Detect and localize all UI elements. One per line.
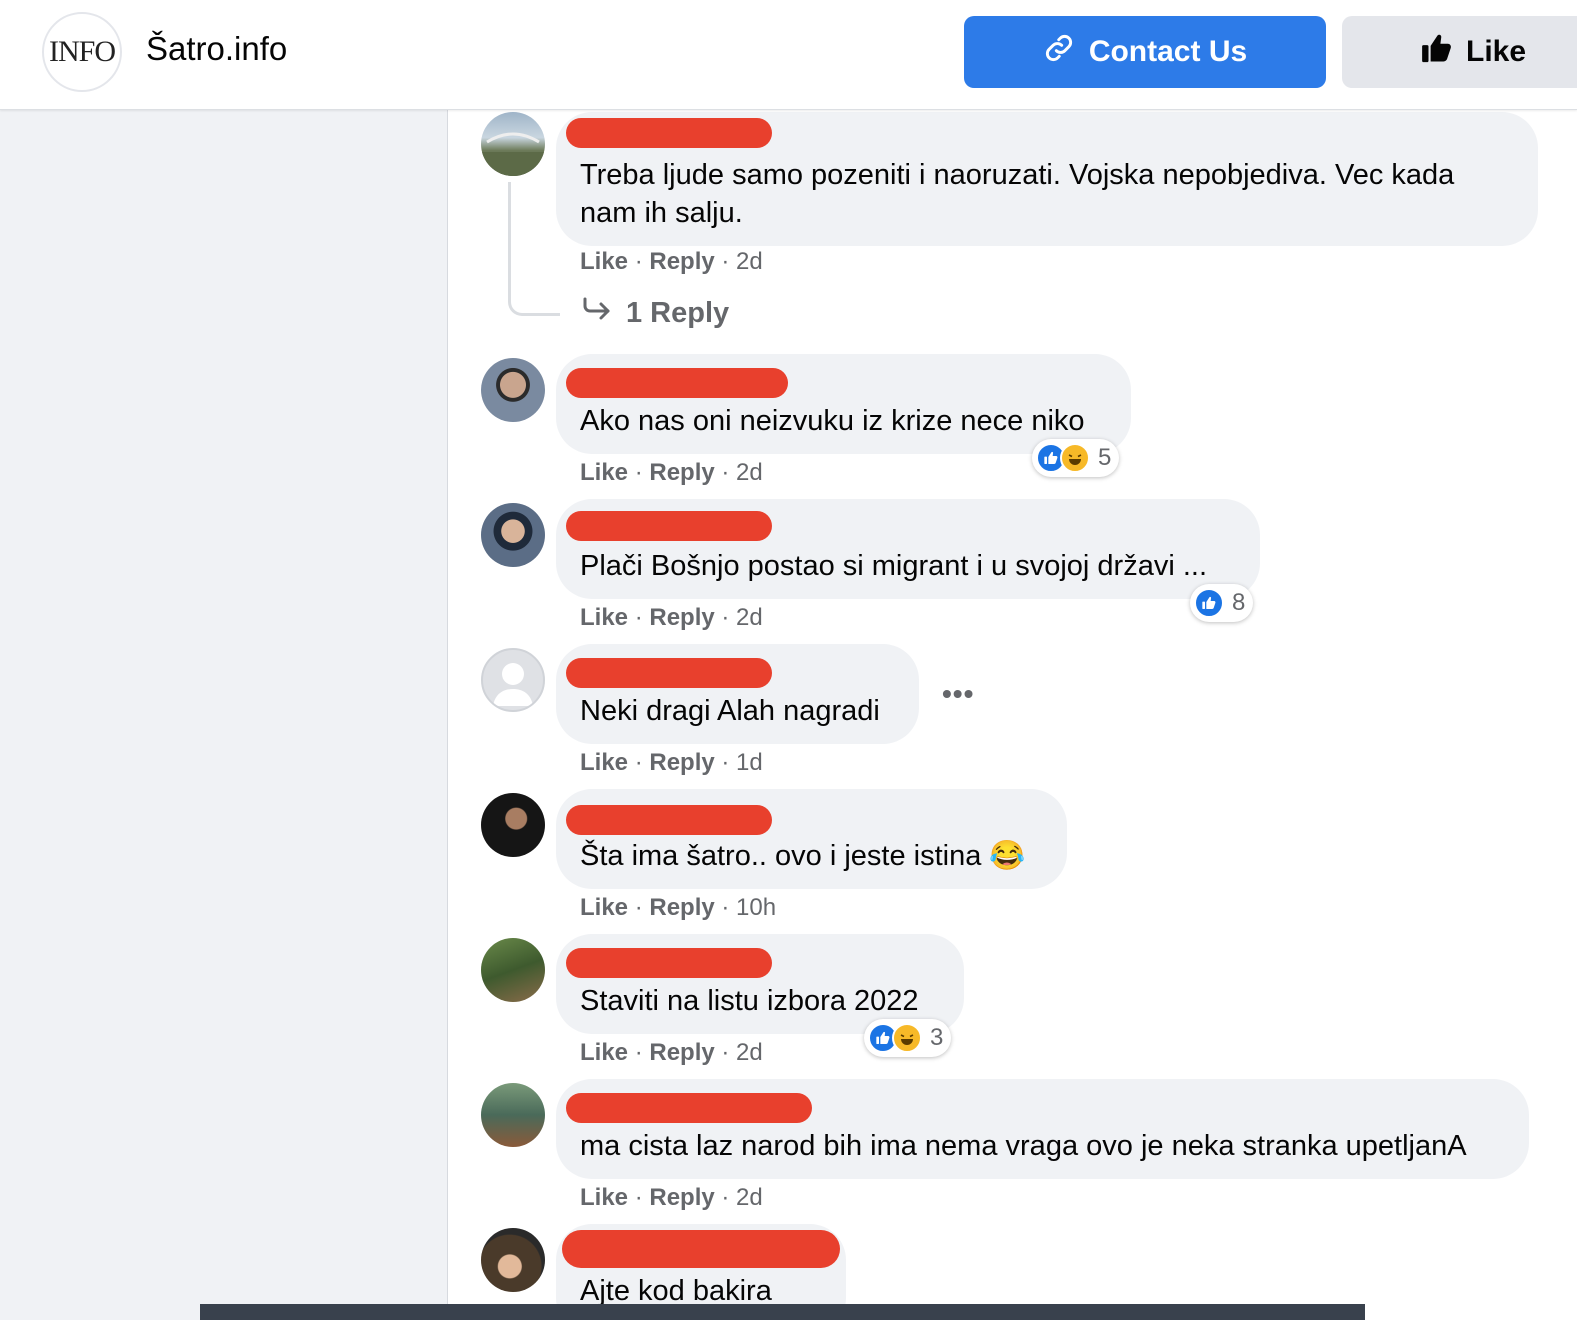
avatar[interactable] <box>481 358 545 422</box>
avatar[interactable] <box>481 938 545 1002</box>
reply-link[interactable]: Reply <box>649 1184 714 1211</box>
reaction-summary[interactable]: 5 <box>1032 439 1120 477</box>
comment-time[interactable]: 2d <box>736 248 763 275</box>
comment-actions: Like · Reply · 2d <box>580 459 763 486</box>
reply-link[interactable]: Reply <box>649 248 714 275</box>
like-link[interactable]: Like <box>580 604 628 631</box>
reply-link[interactable]: Reply <box>649 459 714 486</box>
comment-bubble: Plači Bošnjo postao si migrant i u svojo… <box>556 499 1260 599</box>
comment-text: Staviti na listu izbora 2022 <box>580 985 919 1017</box>
page-header: INFO Šatro.info Contact Us Like <box>0 0 1577 110</box>
comment-time[interactable]: 2d <box>736 604 763 631</box>
avatar[interactable] <box>481 112 545 176</box>
comment-actions: Like · Reply · 2d <box>580 1039 763 1066</box>
comment-bubble: Treba ljude samo pozeniti i naoruzati. V… <box>556 112 1538 246</box>
reaction-count: 5 <box>1098 444 1112 471</box>
comment-text: Šta ima šatro.. ovo i jeste istina 😂 <box>580 840 1026 872</box>
avatar[interactable] <box>481 648 545 712</box>
comment-time[interactable]: 2d <box>736 459 763 486</box>
comment-text: Ako nas oni neizvuku iz krize nece niko <box>580 405 1085 437</box>
haha-reaction-icon <box>892 1023 922 1053</box>
comments-feed: Treba ljude samo pozeniti i naoruzati. V… <box>448 110 1577 1320</box>
more-options-icon[interactable]: ••• <box>942 678 974 710</box>
redacted-name <box>566 118 772 148</box>
redacted-name <box>562 1230 840 1268</box>
view-replies-link[interactable]: 1 Reply <box>582 296 729 330</box>
thumbs-up-icon <box>1420 31 1454 73</box>
comment-text: Neki dragi Alah nagradi <box>580 695 880 727</box>
reaction-count: 8 <box>1232 589 1246 616</box>
comment-actions: Like · Reply · 2d <box>580 1184 763 1211</box>
left-column <box>0 110 448 1320</box>
like-link[interactable]: Like <box>580 749 628 776</box>
like-reaction-icon <box>1194 588 1224 618</box>
reply-link[interactable]: Reply <box>649 894 714 921</box>
reply-link[interactable]: Reply <box>649 749 714 776</box>
like-link[interactable]: Like <box>580 1039 628 1066</box>
contact-us-label: Contact Us <box>1088 35 1248 68</box>
reaction-summary[interactable]: 8 <box>1190 584 1254 622</box>
thread-connector <box>508 182 560 316</box>
comment-bubble: Šta ima šatro.. ovo i jeste istina 😂 <box>556 789 1067 889</box>
avatar[interactable] <box>481 1083 545 1147</box>
like-link[interactable]: Like <box>580 1184 628 1211</box>
redacted-name <box>566 1093 812 1123</box>
reaction-summary[interactable]: 3 <box>864 1019 952 1057</box>
redacted-name <box>566 948 772 978</box>
page-title[interactable]: Šatro.info <box>146 30 287 68</box>
avatar[interactable] <box>481 793 545 857</box>
like-link[interactable]: Like <box>580 248 628 275</box>
comment-actions: Like · Reply · 1d <box>580 749 763 776</box>
reply-link[interactable]: Reply <box>649 604 714 631</box>
page-logo[interactable]: INFO <box>42 12 122 92</box>
like-link[interactable]: Like <box>580 894 628 921</box>
comment-time[interactable]: 2d <box>736 1184 763 1211</box>
comment-bubble: Neki dragi Alah nagradi <box>556 644 919 744</box>
window-bottom-edge <box>200 1304 1365 1320</box>
link-icon <box>1043 32 1075 72</box>
contact-us-button[interactable]: Contact Us <box>964 16 1326 88</box>
reply-arrow-icon <box>582 296 612 330</box>
comment-time[interactable]: 2d <box>736 1039 763 1066</box>
reply-link[interactable]: Reply <box>649 1039 714 1066</box>
comment-text: Plači Bošnjo postao si migrant i u svojo… <box>580 550 1207 582</box>
comment-time[interactable]: 10h <box>736 894 776 921</box>
avatar[interactable] <box>481 503 545 567</box>
redacted-name <box>566 511 772 541</box>
avatar[interactable] <box>481 1228 545 1292</box>
redacted-name <box>566 658 772 688</box>
comment-actions: Like · Reply · 10h <box>580 894 777 921</box>
comment-text: Treba ljude samo pozeniti i naoruzati. V… <box>580 159 1455 191</box>
replies-count: 1 Reply <box>626 296 730 329</box>
comment-actions: Like · Reply · 2d <box>580 248 763 275</box>
like-page-label: Like <box>1466 35 1527 68</box>
comment-text: nam ih salju. <box>580 197 743 229</box>
comment-bubble: ma cista laz narod bih ima nema vraga ov… <box>556 1079 1529 1179</box>
comment-text: ma cista laz narod bih ima nema vraga ov… <box>580 1130 1467 1162</box>
haha-reaction-icon <box>1060 443 1090 473</box>
like-page-button[interactable]: Like <box>1342 16 1577 88</box>
redacted-name <box>566 805 772 835</box>
redacted-name <box>566 368 788 398</box>
like-link[interactable]: Like <box>580 459 628 486</box>
comment-actions: Like · Reply · 2d <box>580 604 763 631</box>
reaction-count: 3 <box>930 1024 944 1051</box>
comment-time[interactable]: 1d <box>736 749 763 776</box>
